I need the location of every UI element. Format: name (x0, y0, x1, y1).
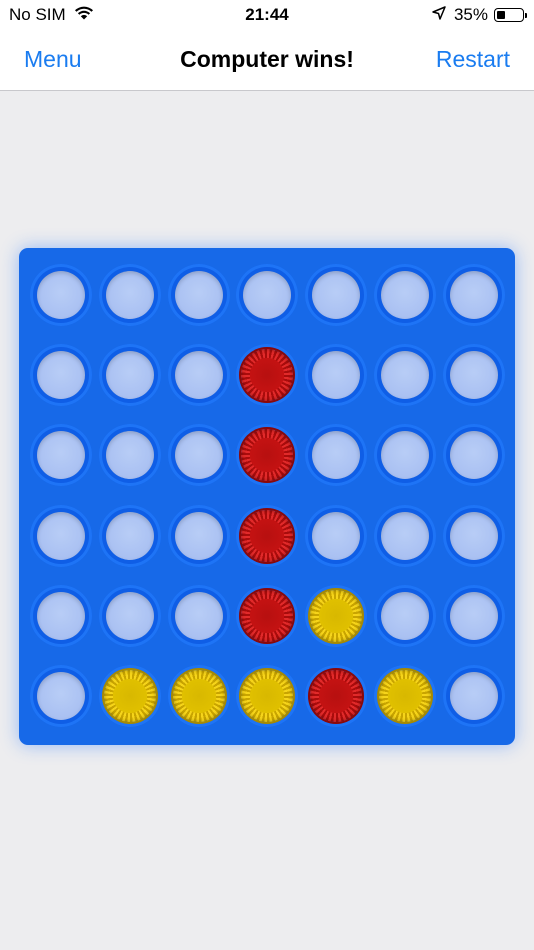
board-cell-r1-c6[interactable] (374, 264, 436, 326)
status-bar: No SIM 21:44 35% (0, 0, 534, 30)
yellow-disc (172, 670, 225, 722)
board-cell-r6-c2[interactable] (98, 665, 161, 727)
board-cell-r3-c5[interactable] (305, 424, 368, 487)
board-cell-r5-c3[interactable] (167, 584, 230, 647)
board-cell-r2-c1[interactable] (30, 344, 92, 407)
restart-button[interactable]: Restart (436, 46, 510, 73)
board-cell-r3-c6[interactable] (374, 424, 436, 487)
empty-slot (449, 511, 498, 560)
empty-slot (105, 591, 154, 640)
board-cell-r5-c4[interactable] (236, 584, 299, 647)
board-cell-r5-c6[interactable] (374, 584, 436, 647)
empty-slot (381, 591, 429, 640)
board-cell-r6-c1[interactable] (30, 665, 92, 727)
empty-slot (381, 431, 429, 480)
red-disc (241, 589, 294, 642)
empty-slot (312, 351, 361, 400)
red-disc (310, 670, 363, 722)
battery-icon (494, 8, 527, 22)
empty-slot (449, 431, 498, 480)
empty-slot (37, 672, 85, 720)
empty-slot (37, 351, 85, 400)
board-cell-r6-c4[interactable] (236, 665, 299, 727)
empty-slot (449, 351, 498, 400)
board-cell-r5-c5[interactable] (305, 584, 368, 647)
board-cell-r5-c7[interactable] (442, 584, 505, 647)
board-cell-r2-c2[interactable] (98, 344, 161, 407)
board-cell-r2-c4[interactable] (236, 344, 299, 407)
board-cell-r2-c5[interactable] (305, 344, 368, 407)
board-cell-r2-c7[interactable] (442, 344, 505, 407)
empty-slot (381, 271, 429, 319)
board-cell-r1-c7[interactable] (442, 264, 505, 326)
board-cell-r4-c4[interactable] (236, 504, 299, 567)
yellow-disc (379, 670, 431, 722)
board-cell-r3-c1[interactable] (30, 424, 92, 487)
battery-fill (497, 11, 506, 19)
board-cell-r1-c5[interactable] (305, 264, 368, 326)
empty-slot (312, 271, 361, 319)
empty-slot (105, 271, 154, 319)
board-cell-r2-c3[interactable] (167, 344, 230, 407)
empty-slot (312, 511, 361, 560)
yellow-disc (310, 589, 363, 642)
navigation-bar: Menu Computer wins! Restart (0, 30, 534, 91)
board-cell-r4-c1[interactable] (30, 504, 92, 567)
board-cell-r3-c7[interactable] (442, 424, 505, 487)
board-cell-r4-c2[interactable] (98, 504, 161, 567)
board-cell-r1-c3[interactable] (167, 264, 230, 326)
board-cell-r5-c2[interactable] (98, 584, 161, 647)
empty-slot (37, 431, 85, 480)
yellow-disc (103, 670, 156, 722)
empty-slot (37, 511, 85, 560)
empty-slot (174, 511, 223, 560)
board-cell-r3-c4[interactable] (236, 424, 299, 487)
yellow-disc (241, 670, 294, 722)
board-cell-r1-c1[interactable] (30, 264, 92, 326)
board-cell-r1-c2[interactable] (98, 264, 161, 326)
board-cell-r3-c3[interactable] (167, 424, 230, 487)
red-disc (241, 509, 294, 562)
empty-slot (174, 591, 223, 640)
empty-slot (37, 271, 85, 319)
empty-slot (37, 591, 85, 640)
board-cell-r6-c6[interactable] (374, 665, 436, 727)
empty-slot (105, 511, 154, 560)
empty-slot (381, 351, 429, 400)
location-arrow-icon (432, 5, 446, 25)
empty-slot (449, 672, 498, 720)
board-cell-r4-c5[interactable] (305, 504, 368, 567)
battery-percent: 35% (453, 5, 488, 24)
empty-slot (449, 271, 498, 319)
empty-slot (174, 351, 223, 400)
status-right: 35% (432, 5, 527, 25)
empty-slot (449, 591, 498, 640)
board-cell-r1-c4[interactable] (236, 264, 299, 326)
board-cell-r2-c6[interactable] (374, 344, 436, 407)
red-disc (241, 349, 294, 402)
empty-slot (312, 431, 361, 480)
board-cell-r4-c7[interactable] (442, 504, 505, 567)
empty-slot (174, 271, 223, 319)
board-cell-r6-c7[interactable] (442, 665, 505, 727)
empty-slot (174, 431, 223, 480)
empty-slot (243, 271, 292, 319)
empty-slot (105, 351, 154, 400)
board-cell-r4-c3[interactable] (167, 504, 230, 567)
board-cell-r5-c1[interactable] (30, 584, 92, 647)
game-board[interactable] (19, 248, 515, 745)
board-cell-r3-c2[interactable] (98, 424, 161, 487)
board-cell-r6-c3[interactable] (167, 665, 230, 727)
board-cell-r4-c6[interactable] (374, 504, 436, 567)
board-cell-r6-c5[interactable] (305, 665, 368, 727)
red-disc (241, 429, 294, 482)
empty-slot (381, 511, 429, 560)
empty-slot (105, 431, 154, 480)
